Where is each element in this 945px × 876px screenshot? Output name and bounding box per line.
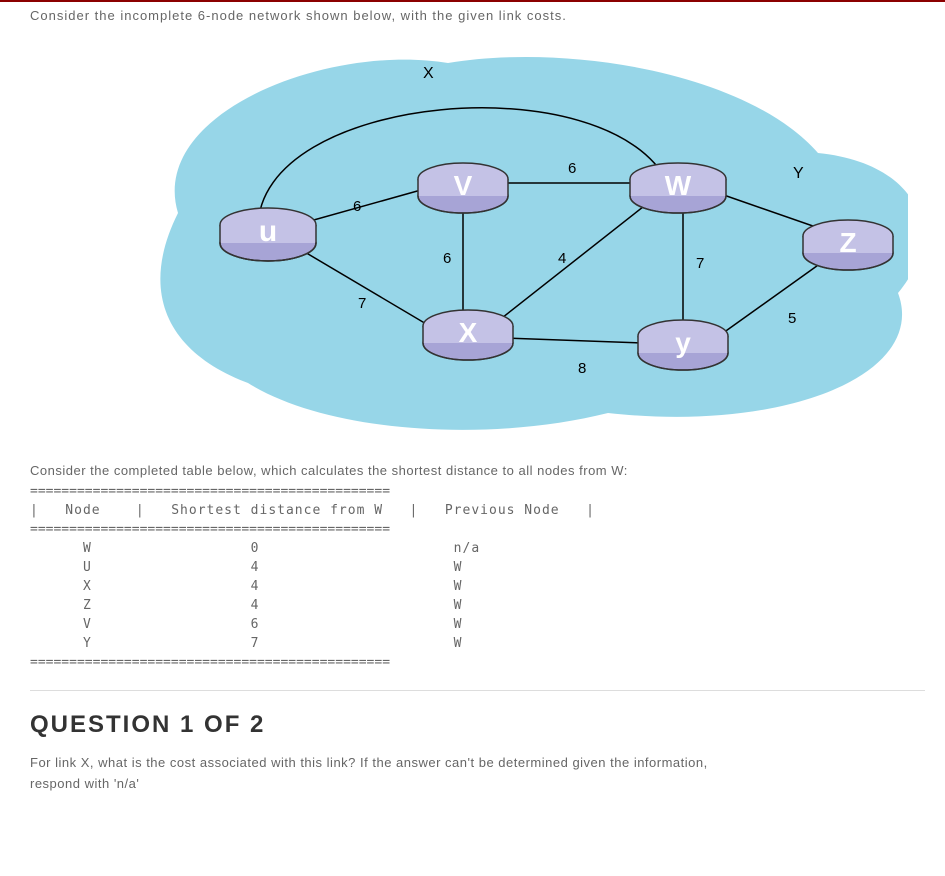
network-diagram: u V W [48,33,908,453]
table-row: Y 7 W [30,636,925,651]
svg-text:V: V [453,170,472,201]
table-row: U 4 W [30,560,925,575]
problem-container: Consider the incomplete 6-node network s… [0,0,945,828]
question-text: For link X, what is the cost associated … [30,753,730,795]
edge-label-wy: 7 [696,255,704,272]
table-header: | Node | Shortest distance from W | Prev… [30,503,925,518]
node-y: y [638,320,728,370]
node-w: W [630,163,726,213]
table-row: Z 4 W [30,598,925,613]
separator [30,690,925,691]
edge-label-yz: 5 [788,310,796,327]
edge-label-ux: 7 [358,295,366,312]
edge-label-vw: 6 [568,160,576,177]
edge-label-xy: 8 [578,360,586,377]
svg-text:W: W [664,170,691,201]
table-divider-mid: ========================================… [30,522,925,537]
question-heading: QUESTION 1 OF 2 [30,711,925,739]
table-body: W 0 n/a U 4 W X 4 W Z 4 W V [30,541,925,651]
table-row: X 4 W [30,579,925,594]
node-x: X [423,310,513,360]
table-row: V 6 W [30,617,925,632]
edge-label-wx: 4 [558,250,566,267]
svg-text:u: u [258,215,276,248]
node-z: Z [803,220,893,270]
svg-text:Z: Z [839,227,856,258]
table-divider-bot: ========================================… [30,655,925,670]
table-intro: Consider the completed table below, whic… [30,463,925,478]
intro-text: Consider the incomplete 6-node network s… [30,8,925,23]
table-divider-top: ========================================… [30,484,925,499]
svg-text:X: X [458,317,477,348]
edge-label-vx: 6 [443,250,451,267]
node-u: u [220,208,316,261]
table-row: W 0 n/a [30,541,925,556]
edge-label-uw: X [423,65,434,82]
edge-label-wz: Y [793,165,804,182]
edge-label-uv: 6 [353,198,361,215]
svg-text:y: y [675,327,691,358]
node-v: V [418,163,508,213]
